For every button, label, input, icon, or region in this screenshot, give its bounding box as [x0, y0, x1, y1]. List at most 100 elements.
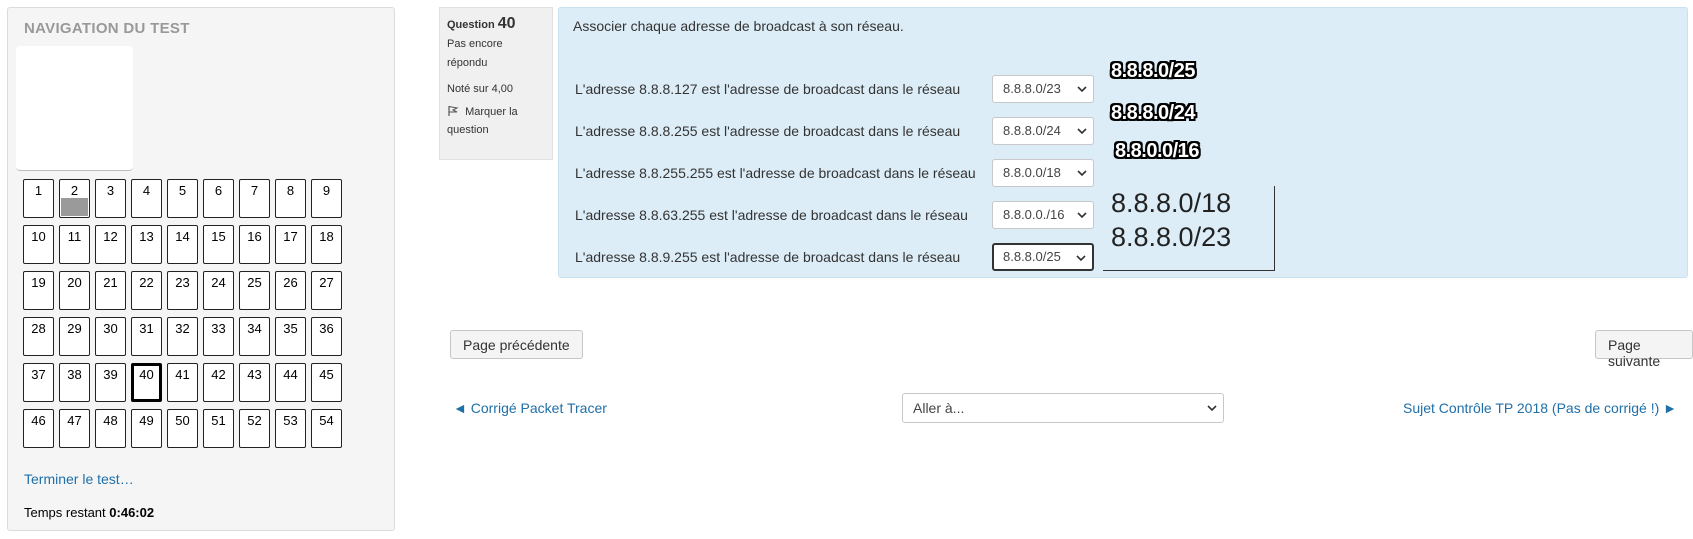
match-row-label: L'adresse 8.8.63.255 est l'adresse de br… — [575, 207, 968, 223]
question-button-6[interactable]: 6 — [203, 179, 234, 218]
match-row-label: L'adresse 8.8.8.127 est l'adresse de bro… — [575, 81, 961, 97]
question-button-30[interactable]: 30 — [95, 317, 126, 356]
question-button-number: 35 — [283, 321, 298, 336]
match-answer-select[interactable]: 8.8.0.0/18 — [992, 159, 1094, 187]
question-button-grid: 1 2 3 4 5 6 7 8 9 10 11 12 13 14 15 16 17 18 19 20 21 22 23 24 2… — [23, 179, 342, 448]
question-content: Associer chaque adresse de broadcast à s… — [558, 7, 1688, 278]
match-answer-select[interactable]: 8.8.0.0./16 — [992, 201, 1094, 229]
question-text: Associer chaque adresse de broadcast à s… — [573, 18, 904, 34]
question-button-20[interactable]: 20 — [59, 271, 90, 310]
time-remaining: Temps restant 0:46:02 — [24, 505, 154, 520]
question-button-12[interactable]: 12 — [95, 225, 126, 264]
next-activity-link[interactable]: Sujet Contrôle TP 2018 (Pas de corrigé !… — [1403, 400, 1677, 416]
question-button-17[interactable]: 17 — [275, 225, 306, 264]
question-button-53[interactable]: 53 — [275, 409, 306, 448]
question-button-44[interactable]: 44 — [275, 363, 306, 402]
flag-icon — [448, 106, 459, 116]
question-button-3[interactable]: 3 — [95, 179, 126, 218]
question-button-number: 3 — [106, 183, 115, 198]
next-page-button[interactable]: Page suivante — [1595, 330, 1693, 369]
quiz-navigation-block: NAVIGATION DU TEST 1 2 3 4 5 6 7 8 9 10 11 12 13 14 15… — [7, 7, 395, 531]
question-button-52[interactable]: 52 — [239, 409, 270, 448]
question-button-31[interactable]: 31 — [131, 317, 162, 356]
question-button-number: 51 — [211, 413, 226, 428]
question-button-34[interactable]: 34 — [239, 317, 270, 356]
question-button-number: 52 — [247, 413, 262, 428]
question-button-28[interactable]: 28 — [23, 317, 54, 356]
question-button-number: 32 — [175, 321, 190, 336]
question-button-number: 6 — [214, 183, 223, 198]
question-button-46[interactable]: 46 — [23, 409, 54, 448]
question-button-5[interactable]: 5 — [167, 179, 198, 218]
answer-annotation: 8.8.8.0/23 — [1111, 222, 1232, 252]
question-button-47[interactable]: 47 — [59, 409, 90, 448]
finish-attempt-link[interactable]: Terminer le test… — [24, 471, 134, 487]
question-info: Question 40 Pas encore répondu Noté sur … — [439, 7, 553, 160]
question-button-23[interactable]: 23 — [167, 271, 198, 310]
question-button-18[interactable]: 18 — [311, 225, 342, 264]
question-button-32[interactable]: 32 — [167, 317, 198, 356]
question-button-26[interactable]: 26 — [275, 271, 306, 310]
question-button-10[interactable]: 10 — [23, 225, 54, 264]
question-button-number: 46 — [31, 413, 46, 428]
question-button-43[interactable]: 43 — [239, 363, 270, 402]
question-button-number: 39 — [103, 367, 118, 382]
question-button-27[interactable]: 27 — [311, 271, 342, 310]
question-button-14[interactable]: 14 — [167, 225, 198, 264]
question-button-4[interactable]: 4 — [131, 179, 162, 218]
time-remaining-value: 0:46:02 — [109, 505, 155, 520]
question-button-16[interactable]: 16 — [239, 225, 270, 264]
match-answer-select[interactable]: 8.8.8.0/25 — [992, 243, 1094, 271]
previous-activity-link[interactable]: ◄ Corrigé Packet Tracer — [453, 400, 607, 416]
question-button-45[interactable]: 45 — [311, 363, 342, 402]
question-button-1[interactable]: 1 — [23, 179, 54, 218]
question-button-2[interactable]: 2 — [59, 179, 90, 218]
jump-to-select[interactable]: Aller à... — [902, 393, 1224, 423]
question-button-48[interactable]: 48 — [95, 409, 126, 448]
match-answer-select[interactable]: 8.8.8.0/24 — [992, 117, 1094, 145]
question-button-39[interactable]: 39 — [95, 363, 126, 402]
flag-question-button[interactable]: Marquer la question — [447, 103, 545, 139]
question-button-11[interactable]: 11 — [59, 225, 90, 264]
question-button-number: 1 — [34, 183, 43, 198]
question-button-number: 41 — [175, 367, 190, 382]
question-button-number: 54 — [319, 413, 334, 428]
question-button-49[interactable]: 49 — [131, 409, 162, 448]
question-button-number: 47 — [67, 413, 82, 428]
match-answer-value: 8.8.8.0/23 — [1003, 81, 1061, 96]
question-button-7[interactable]: 7 — [239, 179, 270, 218]
question-button-50[interactable]: 50 — [167, 409, 198, 448]
question-button-22[interactable]: 22 — [131, 271, 162, 310]
match-answer-select[interactable]: 8.8.8.0/23 — [992, 75, 1094, 103]
question-button-number: 25 — [247, 275, 262, 290]
question-button-9[interactable]: 9 — [311, 179, 342, 218]
question-button-number: 49 — [139, 413, 154, 428]
question-button-24[interactable]: 24 — [203, 271, 234, 310]
question-button-number: 15 — [211, 229, 226, 244]
question-button-36[interactable]: 36 — [311, 317, 342, 356]
question-button-8[interactable]: 8 — [275, 179, 306, 218]
question-button-33[interactable]: 33 — [203, 317, 234, 356]
user-picture — [16, 46, 133, 171]
match-answer-value: 8.8.8.0/25 — [1003, 249, 1061, 264]
question-button-42[interactable]: 42 — [203, 363, 234, 402]
question-button-number: 44 — [283, 367, 298, 382]
question-button-38[interactable]: 38 — [59, 363, 90, 402]
question-button-21[interactable]: 21 — [95, 271, 126, 310]
question-button-40[interactable]: 40 — [131, 363, 162, 402]
match-answer-value: 8.8.0.0/18 — [1003, 165, 1061, 180]
question-button-41[interactable]: 41 — [167, 363, 198, 402]
question-button-35[interactable]: 35 — [275, 317, 306, 356]
question-button-number: 4 — [142, 183, 151, 198]
question-button-51[interactable]: 51 — [203, 409, 234, 448]
match-answer-value: 8.8.0.0./16 — [1003, 207, 1065, 222]
question-button-25[interactable]: 25 — [239, 271, 270, 310]
question-button-54[interactable]: 54 — [311, 409, 342, 448]
previous-page-button[interactable]: Page précédente — [450, 330, 583, 359]
question-button-19[interactable]: 19 — [23, 271, 54, 310]
question-button-37[interactable]: 37 — [23, 363, 54, 402]
question-button-29[interactable]: 29 — [59, 317, 90, 356]
question-button-13[interactable]: 13 — [131, 225, 162, 264]
match-answer-value: 8.8.8.0/24 — [1003, 123, 1061, 138]
question-button-15[interactable]: 15 — [203, 225, 234, 264]
